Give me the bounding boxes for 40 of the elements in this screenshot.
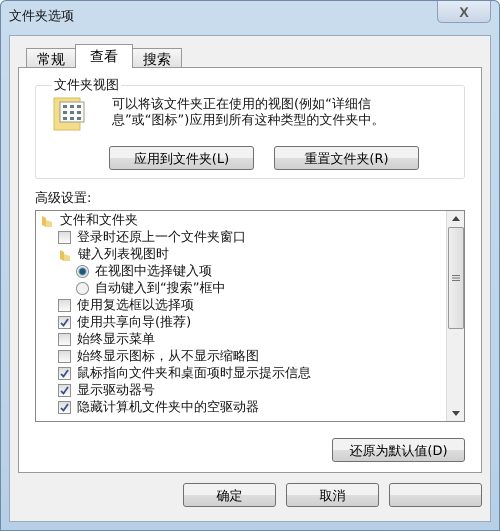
dialog-button[interactable] [389, 483, 482, 507]
dialog-button[interactable]: 确定 [183, 483, 276, 507]
tab[interactable]: 查看 [75, 44, 133, 68]
setting-label: 始终显示菜单 [77, 332, 155, 348]
checkbox[interactable] [58, 231, 71, 244]
setting-label: 键入列表视图时 [78, 246, 169, 262]
folder-button[interactable]: 重置文件夹(R) [274, 146, 419, 170]
grip-icon [452, 275, 460, 281]
setting-label: 鼠标指向文件夹和桌面项时显示提示信息 [77, 366, 311, 382]
radio-button[interactable] [76, 282, 89, 295]
setting-label: 隐藏计算机文件夹中的空驱动器 [77, 400, 259, 416]
scrollbar[interactable] [446, 211, 464, 421]
window-title: 文件夹选项 [9, 8, 74, 25]
checkbox[interactable] [58, 367, 71, 380]
checkbox[interactable] [58, 316, 71, 329]
radio-button[interactable] [76, 265, 89, 278]
checkbox[interactable] [58, 333, 71, 346]
close-button[interactable]: X [437, 1, 491, 23]
folder-icon [40, 214, 54, 228]
setting-label: 文件和文件夹 [60, 212, 138, 228]
setting-label: 使用共享向导(推荐) [77, 314, 192, 330]
description-text: 可以将该文件夹正在使用的视图(例如“详细信息”或“图标”)应用到所有这种类型的文件夹中。 [112, 97, 386, 129]
setting-label: 自动键入到“搜索”框中 [95, 280, 226, 296]
dialog-button[interactable]: 取消 [286, 483, 379, 507]
setting-label: 在视图中选择键入项 [95, 264, 212, 280]
checkbox[interactable] [58, 401, 71, 414]
checkbox[interactable] [58, 350, 71, 363]
setting-label: 显示驱动器号 [77, 382, 155, 398]
group-title: 文件夹视图 [53, 77, 120, 94]
tab[interactable]: 常规 [26, 48, 76, 68]
checkbox[interactable] [58, 299, 71, 312]
advanced-settings-label: 高级设置: [35, 190, 92, 207]
setting-label: 登录时还原上一个文件夹窗口 [77, 230, 246, 246]
setting-label: 始终显示图标，从不显示缩略图 [77, 348, 259, 364]
tab[interactable]: 搜索 [132, 48, 182, 68]
setting-label: 使用复选框以选择项 [77, 298, 194, 314]
folder-button[interactable]: 应用到文件夹(L) [109, 146, 254, 170]
restore-defaults-button[interactable]: 还原为默认值(D) [332, 438, 465, 462]
checkbox[interactable] [58, 384, 71, 397]
folder-icon [58, 248, 72, 262]
